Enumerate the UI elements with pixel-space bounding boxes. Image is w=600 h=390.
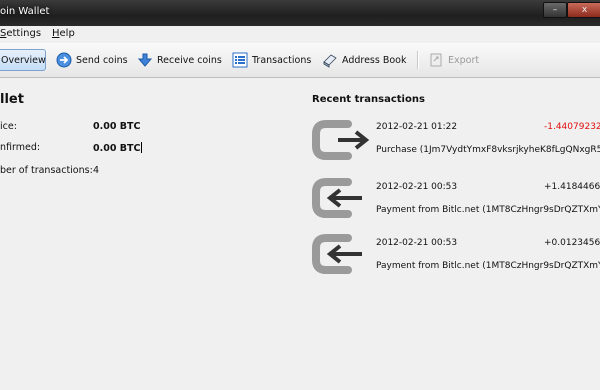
toolbar: Overview Send coins Receive coins Transa… (0, 43, 600, 78)
transaction-description: Payment from Bitlc.net (1MT8CzHngr9sDrQZ… (376, 261, 600, 271)
transactions-label: Transactions (252, 54, 312, 66)
address-book-icon (323, 54, 337, 68)
transaction-description: Purchase (1Jm7VydtYmxF8vksrjkyheK8fLgQNx… (376, 145, 600, 155)
menu-settings[interactable]: Settings (0, 28, 41, 39)
menu-bar: Settings Help (0, 26, 600, 43)
transaction-count-value: 4 (93, 165, 100, 176)
export-icon (430, 53, 442, 67)
transaction-date: 2012-02-21 01:22 (376, 122, 458, 132)
export-button[interactable]: Export (424, 49, 483, 71)
unconfirmed-label: nfirmed: (0, 142, 41, 153)
recent-transactions-heading: Recent transactions (312, 94, 425, 105)
send-coins-button[interactable]: Send coins (52, 49, 132, 71)
close-button[interactable]: x (567, 2, 600, 18)
transactions-button[interactable]: Transactions (228, 49, 315, 71)
unconfirmed-value: 0.00 BTC (93, 142, 143, 154)
receive-coins-button[interactable]: Receive coins (133, 49, 226, 71)
list-icon (232, 52, 248, 68)
unconfirmed-value-text: 0.00 BTC (93, 143, 141, 154)
balance-value: 0.00 BTC (93, 121, 141, 132)
outgoing-transaction-icon (312, 120, 370, 160)
title-bar: oin Wallet – x (0, 0, 600, 26)
overview-label: Overview (1, 54, 46, 66)
menu-help[interactable]: Help (52, 28, 75, 39)
balance-label: ice: (0, 121, 17, 132)
transaction-date: 2012-02-21 00:53 (376, 182, 458, 192)
overview-page: llet ice: 0.00 BTC nfirmed: 0.00 BTC ber… (0, 78, 600, 390)
toolbar-separator (417, 51, 419, 69)
send-arrow-icon (56, 52, 72, 68)
transaction-item[interactable]: 2012-02-21 00:53 +0.01234567 Payment fro… (312, 230, 600, 290)
transaction-item[interactable]: 2012-02-21 01:22 -1.44079232 Purchase (1… (312, 116, 600, 176)
incoming-transaction-icon (312, 234, 362, 274)
receive-arrow-icon (137, 53, 153, 67)
receive-coins-label: Receive coins (157, 54, 222, 66)
transaction-amount: +1.41844665 (544, 182, 600, 192)
minimize-button[interactable]: – (543, 2, 567, 18)
transaction-count-label: ber of transactions: (0, 165, 93, 176)
overview-button[interactable]: Overview (0, 49, 46, 71)
text-caret (141, 142, 143, 153)
address-book-label: Address Book (342, 54, 407, 66)
wallet-heading: llet (0, 92, 24, 107)
transaction-description: Payment from Bitlc.net (1MT8CzHngr9sDrQZ… (376, 205, 600, 215)
transaction-item[interactable]: 2012-02-21 00:53 +1.41844665 Payment fro… (312, 174, 600, 234)
export-label: Export (448, 54, 480, 66)
send-coins-label: Send coins (76, 54, 128, 66)
transaction-date: 2012-02-21 00:53 (376, 238, 458, 248)
transaction-amount: -1.44079232 (544, 122, 600, 132)
incoming-transaction-icon (312, 178, 362, 218)
address-book-button[interactable]: Address Book (318, 49, 411, 71)
window-title: oin Wallet (0, 6, 50, 17)
transaction-amount: +0.01234567 (544, 238, 600, 248)
